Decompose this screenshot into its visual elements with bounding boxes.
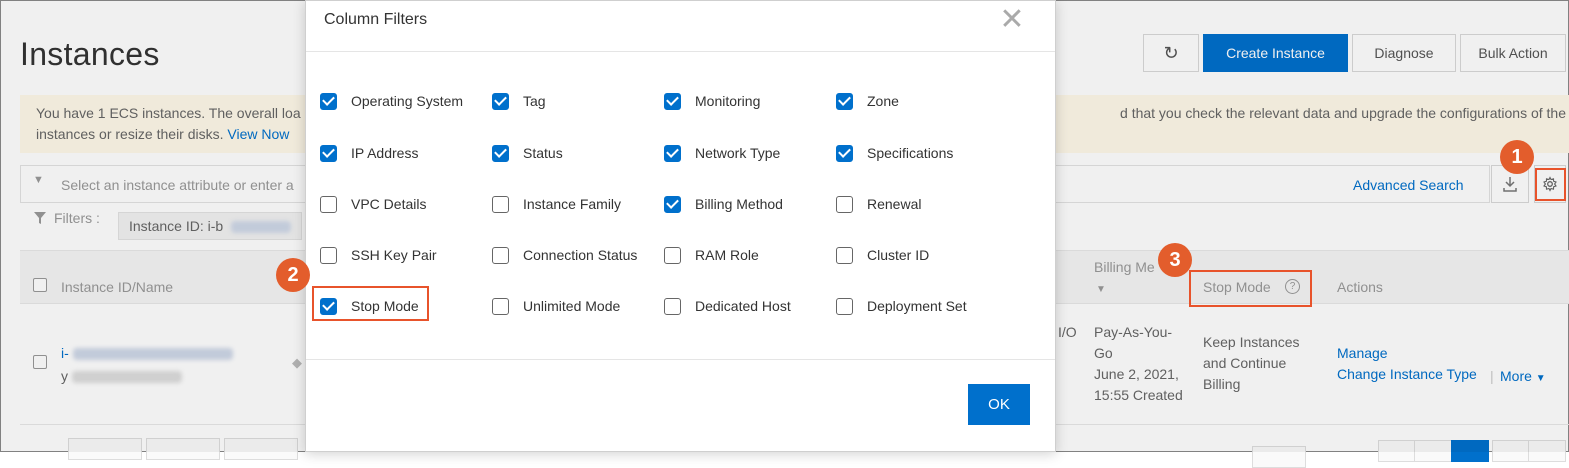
option-label: Cluster ID — [867, 247, 930, 263]
option-label: RAM Role — [695, 247, 759, 263]
checkbox-unchecked[interactable] — [320, 246, 337, 264]
column-option-connection-status[interactable]: Connection Status — [492, 245, 637, 265]
column-option-ip-address[interactable]: IP Address — [320, 143, 418, 163]
checkbox-checked[interactable] — [836, 92, 853, 110]
checkbox-checked[interactable] — [664, 195, 681, 213]
option-label: Network Type — [695, 145, 781, 161]
option-label: Instance Family — [523, 196, 622, 212]
column-option-tag[interactable]: Tag — [492, 91, 546, 111]
option-label: Operating System — [351, 93, 464, 109]
option-label: Status — [523, 145, 563, 161]
checkbox-unchecked[interactable] — [836, 246, 853, 264]
column-option-status[interactable]: Status — [492, 143, 563, 163]
checkbox-unchecked[interactable] — [492, 297, 509, 315]
checkbox-unchecked[interactable] — [836, 195, 853, 213]
option-label: Billing Method — [695, 196, 783, 212]
column-option-instance-family[interactable]: Instance Family — [492, 194, 621, 214]
ok-button[interactable]: OK — [968, 384, 1030, 425]
checkbox-unchecked[interactable] — [492, 246, 509, 264]
option-label: Specifications — [867, 145, 954, 161]
dialog-title: Column Filters — [324, 11, 428, 28]
column-option-ram-role[interactable]: RAM Role — [664, 245, 759, 265]
column-option-cluster-id[interactable]: Cluster ID — [836, 245, 929, 265]
column-option-deployment-set[interactable]: Deployment Set — [836, 296, 967, 316]
option-label: VPC Details — [351, 196, 427, 212]
option-label: Dedicated Host — [695, 298, 791, 314]
checkbox-checked[interactable] — [320, 144, 337, 162]
checkbox-checked[interactable] — [320, 92, 337, 110]
checkbox-unchecked[interactable] — [664, 297, 681, 315]
checkbox-checked[interactable] — [664, 144, 681, 162]
callout-badge-3: 3 — [1158, 243, 1192, 277]
column-option-zone[interactable]: Zone — [836, 91, 899, 111]
column-filters-dialog: Column Filters ✕ Operating System Tag Moni… — [305, 0, 1056, 452]
column-option-specifications[interactable]: Specifications — [836, 143, 953, 163]
checkbox-unchecked[interactable] — [664, 246, 681, 264]
dialog-header-divider — [306, 51, 1055, 52]
checkbox-unchecked[interactable] — [492, 195, 509, 213]
callout-badge-2: 2 — [276, 258, 310, 292]
option-label: IP Address — [351, 145, 419, 161]
option-label: Unlimited Mode — [523, 298, 621, 314]
column-option-vpc-details[interactable]: VPC Details — [320, 194, 426, 214]
column-option-operating-system[interactable]: Operating System — [320, 91, 463, 111]
option-label: Renewal — [867, 196, 922, 212]
checkbox-unchecked[interactable] — [320, 195, 337, 213]
callout-badge-1: 1 — [1500, 140, 1534, 174]
option-label: Deployment Set — [867, 298, 967, 314]
option-label: Connection Status — [523, 247, 638, 263]
option-label: Zone — [867, 93, 899, 109]
checkbox-unchecked[interactable] — [836, 297, 853, 315]
column-option-ssh-key-pair[interactable]: SSH Key Pair — [320, 245, 437, 265]
option-label: Monitoring — [695, 93, 761, 109]
checkbox-checked[interactable] — [836, 144, 853, 162]
column-option-unlimited-mode[interactable]: Unlimited Mode — [492, 296, 620, 316]
option-label: SSH Key Pair — [351, 247, 437, 263]
column-option-network-type[interactable]: Network Type — [664, 143, 780, 163]
column-option-billing-method[interactable]: Billing Method — [664, 194, 783, 214]
checkbox-checked[interactable] — [492, 144, 509, 162]
highlight-stop-mode-column — [1189, 270, 1312, 307]
column-option-monitoring[interactable]: Monitoring — [664, 91, 760, 111]
highlight-settings — [1535, 168, 1566, 201]
close-icon[interactable]: ✕ — [996, 5, 1028, 37]
dialog-footer-divider — [306, 359, 1055, 360]
highlight-stop-mode-option — [312, 286, 429, 321]
checkbox-checked[interactable] — [664, 92, 681, 110]
checkbox-checked[interactable] — [492, 92, 509, 110]
column-option-renewal[interactable]: Renewal — [836, 194, 921, 214]
option-label: Tag — [523, 93, 546, 109]
column-option-dedicated-host[interactable]: Dedicated Host — [664, 296, 791, 316]
